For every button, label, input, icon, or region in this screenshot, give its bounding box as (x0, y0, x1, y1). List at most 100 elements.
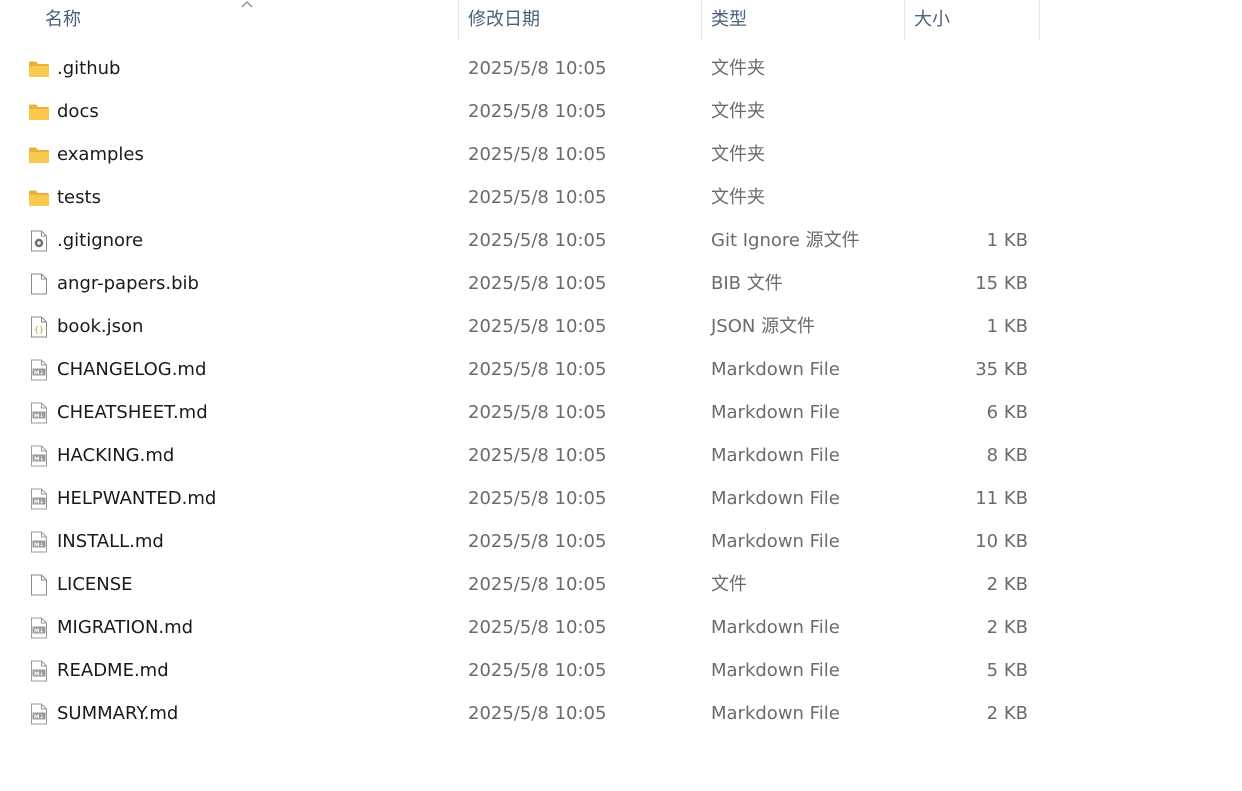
svg-text:M↓: M↓ (34, 455, 44, 462)
svg-text:M↓: M↓ (34, 713, 44, 720)
file-type: 文件夹 (711, 187, 765, 208)
file-row[interactable]: M↓ SUMMARY.md 2025/5/8 10:05 Markdown Fi… (0, 692, 1242, 735)
file-type: 文件夹 (711, 144, 765, 165)
file-row[interactable]: {} book.json 2025/5/8 10:05 JSON 源文件 1 K… (0, 305, 1242, 348)
file-type: Markdown File (711, 402, 840, 423)
file-name: LICENSE (57, 574, 133, 595)
file-date: 2025/5/8 10:05 (468, 359, 607, 380)
blank-file-icon (28, 262, 50, 305)
file-size (905, 133, 1028, 176)
file-size: 35 KB (975, 359, 1028, 380)
file-size: 1 KB (986, 316, 1028, 337)
file-size: 8 KB (986, 445, 1028, 466)
file-date: 2025/5/8 10:05 (468, 660, 607, 681)
file-row[interactable]: tests 2025/5/8 10:05 文件夹 (0, 176, 1242, 219)
file-date: 2025/5/8 10:05 (468, 144, 607, 165)
file-size: 2 KB (986, 617, 1028, 638)
file-name: HELPWANTED.md (57, 488, 217, 509)
file-size: 2 KB (986, 703, 1028, 724)
file-date: 2025/5/8 10:05 (468, 273, 607, 294)
svg-text:M↓: M↓ (34, 670, 44, 677)
file-name: .github (57, 58, 121, 79)
file-row[interactable]: M↓ HELPWANTED.md 2025/5/8 10:05 Markdown… (0, 477, 1242, 520)
file-name: book.json (57, 316, 144, 337)
file-size: 11 KB (975, 488, 1028, 509)
folder-icon (28, 133, 50, 176)
settings-file-icon (28, 219, 50, 262)
file-date: 2025/5/8 10:05 (468, 402, 607, 423)
file-name: tests (57, 187, 101, 208)
file-type: Git Ignore 源文件 (711, 230, 860, 251)
column-header-size[interactable]: 大小 (905, 0, 1039, 40)
markdown-file-icon: M↓ (28, 520, 50, 563)
file-type: Markdown File (711, 488, 840, 509)
file-row[interactable]: M↓ MIGRATION.md 2025/5/8 10:05 Markdown … (0, 606, 1242, 649)
column-header-date[interactable]: 修改日期 (459, 0, 701, 40)
file-name: examples (57, 144, 144, 165)
file-row[interactable]: .github 2025/5/8 10:05 文件夹 (0, 47, 1242, 90)
svg-text:M↓: M↓ (34, 498, 44, 505)
file-size: 15 KB (975, 273, 1028, 294)
file-name: SUMMARY.md (57, 703, 179, 724)
file-type: 文件夹 (711, 58, 765, 79)
folder-icon (28, 90, 50, 133)
svg-text:M↓: M↓ (34, 541, 44, 548)
blank-file-icon (28, 563, 50, 606)
file-size: 1 KB (986, 230, 1028, 251)
file-type: Markdown File (711, 703, 840, 724)
file-size: 2 KB (986, 574, 1028, 595)
file-date: 2025/5/8 10:05 (468, 445, 607, 466)
file-type: JSON 源文件 (711, 316, 816, 337)
file-row[interactable]: .gitignore 2025/5/8 10:05 Git Ignore 源文件… (0, 219, 1242, 262)
file-name: HACKING.md (57, 445, 175, 466)
file-date: 2025/5/8 10:05 (468, 316, 607, 337)
markdown-file-icon: M↓ (28, 649, 50, 692)
column-divider[interactable] (1039, 0, 1040, 40)
file-list: .github 2025/5/8 10:05 文件夹 docs 2025/5/8… (0, 47, 1242, 735)
file-date: 2025/5/8 10:05 (468, 488, 607, 509)
file-size (905, 176, 1028, 219)
folder-icon (28, 47, 50, 90)
file-name: docs (57, 101, 99, 122)
file-type: Markdown File (711, 445, 840, 466)
file-date: 2025/5/8 10:05 (468, 574, 607, 595)
file-row[interactable]: LICENSE 2025/5/8 10:05 文件 2 KB (0, 563, 1242, 606)
file-type: Markdown File (711, 617, 840, 638)
svg-text:{}: {} (34, 325, 44, 334)
file-row[interactable]: angr-papers.bib 2025/5/8 10:05 BIB 文件 15… (0, 262, 1242, 305)
markdown-file-icon: M↓ (28, 348, 50, 391)
json-file-icon: {} (28, 305, 50, 348)
file-type: BIB 文件 (711, 273, 783, 294)
file-row[interactable]: M↓ INSTALL.md 2025/5/8 10:05 Markdown Fi… (0, 520, 1242, 563)
file-name: CHANGELOG.md (57, 359, 207, 380)
file-type: Markdown File (711, 660, 840, 681)
file-name: MIGRATION.md (57, 617, 194, 638)
file-row[interactable]: M↓ CHANGELOG.md 2025/5/8 10:05 Markdown … (0, 348, 1242, 391)
markdown-file-icon: M↓ (28, 477, 50, 520)
file-date: 2025/5/8 10:05 (468, 617, 607, 638)
column-header-name[interactable]: 名称 (36, 0, 458, 40)
svg-text:M↓: M↓ (34, 627, 44, 634)
file-row[interactable]: docs 2025/5/8 10:05 文件夹 (0, 90, 1242, 133)
markdown-file-icon: M↓ (28, 434, 50, 477)
file-size (905, 47, 1028, 90)
file-name: README.md (57, 660, 169, 681)
markdown-file-icon: M↓ (28, 606, 50, 649)
file-name: INSTALL.md (57, 531, 164, 552)
file-row[interactable]: M↓ README.md 2025/5/8 10:05 Markdown Fil… (0, 649, 1242, 692)
file-name: .gitignore (57, 230, 144, 251)
markdown-file-icon: M↓ (28, 692, 50, 735)
file-date: 2025/5/8 10:05 (468, 703, 607, 724)
column-header-bar: 名称 修改日期 类型 大小 (0, 0, 1242, 40)
folder-icon (28, 176, 50, 219)
file-size: 10 KB (975, 531, 1028, 552)
svg-text:M↓: M↓ (34, 412, 44, 419)
file-size: 6 KB (986, 402, 1028, 423)
file-date: 2025/5/8 10:05 (468, 531, 607, 552)
file-row[interactable]: M↓ HACKING.md 2025/5/8 10:05 Markdown Fi… (0, 434, 1242, 477)
file-row[interactable]: examples 2025/5/8 10:05 文件夹 (0, 133, 1242, 176)
column-header-type[interactable]: 类型 (702, 0, 904, 40)
file-row[interactable]: M↓ CHEATSHEET.md 2025/5/8 10:05 Markdown… (0, 391, 1242, 434)
file-name: CHEATSHEET.md (57, 402, 208, 423)
file-type: 文件夹 (711, 101, 765, 122)
